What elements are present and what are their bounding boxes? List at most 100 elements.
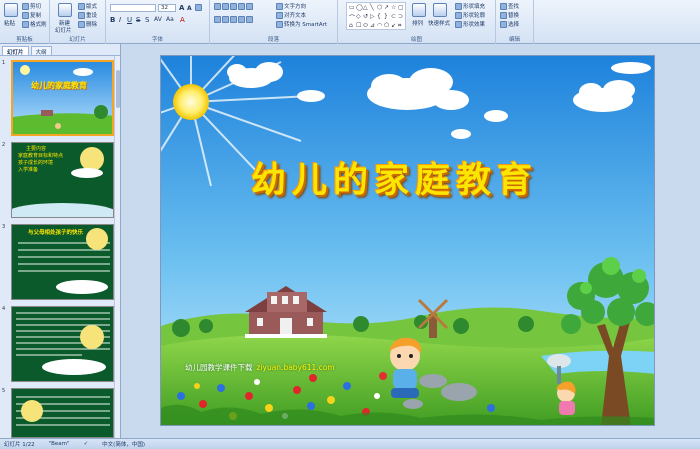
find-button[interactable]: 查找 xyxy=(500,2,519,10)
slide-thumb-row[interactable]: 5 xyxy=(0,386,121,438)
arrange-icon[interactable] xyxy=(412,3,426,17)
shape-option-icon[interactable]: ⌗ xyxy=(398,22,405,29)
convert-smartart-button[interactable]: 转换为 SmartArt xyxy=(276,20,327,28)
select-button[interactable]: 选择 xyxy=(500,20,519,28)
shape-option-icon[interactable]: ⬠ xyxy=(384,22,391,29)
shape-option-icon[interactable]: } xyxy=(384,13,391,20)
font-name-combo[interactable] xyxy=(110,4,156,12)
slide-thumbnail-5[interactable] xyxy=(11,388,114,438)
new-slide-icon[interactable] xyxy=(58,3,72,17)
current-slide[interactable]: 幼儿的家庭教育 幼儿园教学课件下载 ziyuan.baby611.com xyxy=(160,55,655,426)
paste-icon[interactable] xyxy=(4,3,18,17)
align-buttons[interactable] xyxy=(214,16,253,23)
shape-option-icon[interactable]: ⌂ xyxy=(349,22,356,29)
shape-option-icon[interactable]: ◇ xyxy=(356,13,363,20)
shrink-font-button[interactable]: A xyxy=(187,5,192,12)
slide-thumbnail-1[interactable]: 幼儿的家庭教育 xyxy=(11,60,114,136)
shape-option-icon[interactable]: ⬡ xyxy=(377,4,384,11)
clear-format-icon[interactable] xyxy=(195,4,202,11)
grow-font-button[interactable]: A xyxy=(179,4,184,12)
shape-option-icon[interactable]: ☆ xyxy=(391,4,398,11)
slide-number: 3 xyxy=(2,224,6,230)
effects-icon xyxy=(455,20,462,28)
shape-option-icon[interactable]: { xyxy=(377,13,384,20)
font-color-button[interactable]: A xyxy=(180,16,185,24)
clipboard-label: 剪贴板 xyxy=(16,37,33,43)
decrease-indent-icon xyxy=(230,3,237,10)
shape-option-icon[interactable]: △ xyxy=(363,4,370,11)
bold-button[interactable]: B xyxy=(110,16,115,24)
shape-option-icon[interactable]: ☐ xyxy=(356,22,363,29)
shape-option-icon[interactable]: ◯ xyxy=(356,4,363,11)
shape-option-icon[interactable]: ⌒ xyxy=(349,13,356,22)
replace-button[interactable]: 替换 xyxy=(500,11,519,19)
new-slide-label[interactable]: 幻灯片 xyxy=(55,26,72,34)
shape-option-icon[interactable]: ↺ xyxy=(363,13,370,20)
italic-button[interactable]: I xyxy=(119,16,121,24)
caption-url: ziyuan.baby611.com xyxy=(256,363,335,372)
shape-option-icon[interactable]: ▷ xyxy=(370,13,377,20)
reset-button[interactable]: 重设 xyxy=(78,11,97,19)
delete-button[interactable]: 删除 xyxy=(78,20,97,28)
smartart-icon xyxy=(276,20,283,28)
arrange-button[interactable]: 排列 xyxy=(412,19,423,27)
outline-icon xyxy=(455,11,462,19)
thumb3-title: 与父母相处孩子的快乐 xyxy=(28,230,84,236)
quick-styles-button[interactable]: 快速样式 xyxy=(428,19,450,27)
shape-outline-button[interactable]: 形状轮廓 xyxy=(455,11,485,19)
scrollbar-thumb[interactable] xyxy=(116,70,120,108)
shape-option-icon[interactable]: ▭ xyxy=(349,4,356,11)
slide-thumbnail-3[interactable]: 与父母相处孩子的快乐 xyxy=(11,224,114,300)
text-direction-button[interactable]: 文字方向 xyxy=(276,2,306,10)
slide-title[interactable]: 幼儿的家庭教育 xyxy=(251,152,538,203)
shape-option-icon[interactable]: ╲ xyxy=(370,4,377,11)
layout-button[interactable]: 版式 xyxy=(78,2,97,10)
strikethrough-button[interactable]: S xyxy=(136,16,140,24)
quick-styles-icon[interactable] xyxy=(433,3,447,17)
shape-option-icon[interactable]: ↗ xyxy=(384,4,391,11)
language-indicator[interactable]: 中文(简体，中国) xyxy=(102,440,145,448)
slide-thumb-row[interactable]: 3 与父母相处孩子的快乐 xyxy=(0,222,121,302)
drawing-label: 绘图 xyxy=(410,37,422,43)
shape-option-icon[interactable]: ⊿ xyxy=(370,22,377,29)
align-left-icon xyxy=(214,16,221,23)
slide-thumb-row[interactable]: 2 主要内容 家庭教育目标和特点 孩子成长的环境 入学准备 xyxy=(0,140,121,220)
panel-tabs: 幻灯片 大纲 xyxy=(0,44,120,56)
shadow-button[interactable]: S xyxy=(145,16,149,24)
slide-number: 4 xyxy=(2,306,6,312)
panel-scrollbar[interactable] xyxy=(114,56,120,438)
tab-outline[interactable]: 大纲 xyxy=(30,46,52,56)
slide-counter: 幻灯片 1/22 xyxy=(4,442,35,448)
char-spacing-button[interactable]: AV xyxy=(154,16,162,23)
clipboard-group: 粘贴 剪切 复制 格式刷 剪贴板 xyxy=(0,0,50,44)
change-case-button[interactable]: Aa xyxy=(166,16,174,23)
columns-icon xyxy=(246,16,253,23)
cut-button[interactable]: 剪切 xyxy=(22,2,41,10)
tab-slides[interactable]: 幻灯片 xyxy=(2,46,29,56)
font-size-combo[interactable]: 32 xyxy=(158,4,176,12)
shape-option-icon[interactable]: ↙ xyxy=(391,22,398,29)
spellcheck-icon[interactable]: ✓ xyxy=(84,441,89,447)
align-text-button[interactable]: 对齐文本 xyxy=(276,11,306,19)
underline-button[interactable]: U xyxy=(127,16,132,24)
slide-thumb-row[interactable]: 1 幼儿的家庭教育 xyxy=(0,58,121,138)
shape-option-icon[interactable]: ⊂ xyxy=(391,13,398,20)
shape-fill-button[interactable]: 形状填充 xyxy=(455,2,485,10)
theme-name: "Beam" xyxy=(48,441,70,447)
shape-option-icon[interactable]: ▢ xyxy=(398,4,405,11)
copy-button[interactable]: 复制 xyxy=(22,11,41,19)
drawing-group: ▭ ◯ △ ╲ ⬡ ↗ ☆ ▢ ⌒ ◇ ↺ ▷{} ⊂ ⊃ ⌂ ☐ ⬭ ⊿ ◠ ⬠ ↙ ⌗ 排列 快速样式 形状填充 形状… xyxy=(338,0,496,44)
shape-option-icon[interactable]: ⊃ xyxy=(398,13,405,20)
shapes-gallery[interactable]: ▭ ◯ △ ╲ ⬡ ↗ ☆ ▢ ⌒ ◇ ↺ ▷{} ⊂ ⊃ ⌂ ☐ ⬭ ⊿ ◠ ⬠ ↙ ⌗ xyxy=(346,2,406,30)
shape-option-icon[interactable]: ⬭ xyxy=(363,22,370,29)
sun-icon xyxy=(173,84,209,120)
format-painter-button[interactable]: 格式刷 xyxy=(22,20,47,28)
slide-thumbnail-2[interactable]: 主要内容 家庭教育目标和特点 孩子成长的环境 入学准备 xyxy=(11,142,114,218)
status-bar: 幻灯片 1/22 "Beam" ✓ 中文(简体，中国) xyxy=(0,438,700,449)
paste-button[interactable]: 粘贴 xyxy=(4,19,15,27)
slide-thumb-row[interactable]: 4 xyxy=(0,304,121,384)
shape-option-icon[interactable]: ◠ xyxy=(377,22,384,29)
slide-thumbnail-4[interactable] xyxy=(11,306,114,382)
shape-effects-button[interactable]: 形状效果 xyxy=(455,20,485,28)
bullets-button[interactable] xyxy=(214,3,253,10)
